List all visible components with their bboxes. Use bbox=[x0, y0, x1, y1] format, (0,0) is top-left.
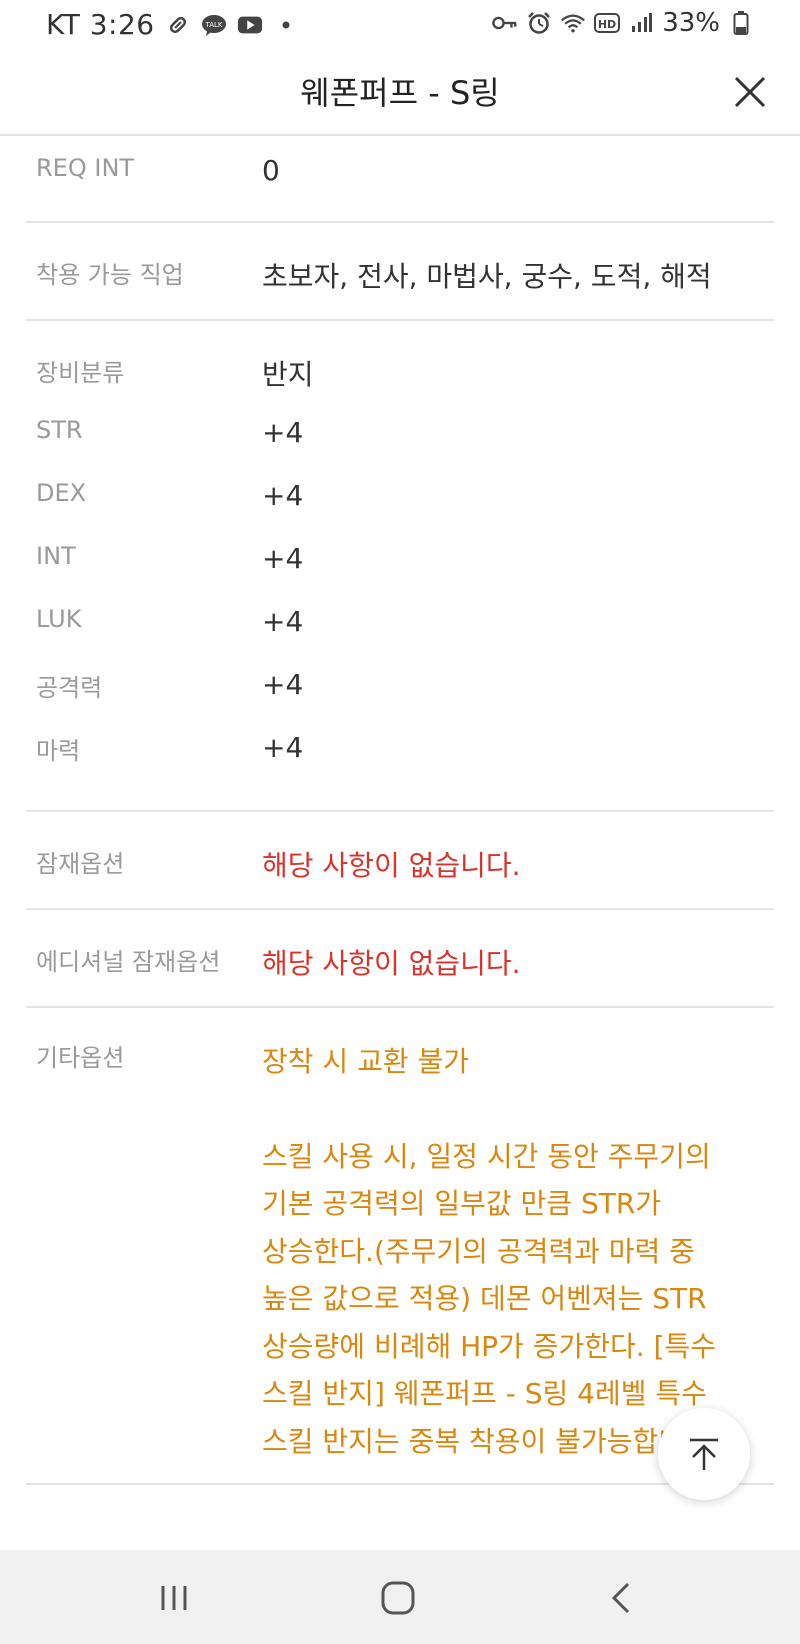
stat-value: 반지 bbox=[262, 358, 314, 391]
svg-text:TALK: TALK bbox=[204, 21, 222, 29]
stats-section: 장비분류 반지 STR +4 DEX +4 INT +4 LUK +4 공격력 … bbox=[26, 321, 774, 812]
potential-section: 잠재옵션 해당 사항이 없습니다. bbox=[26, 812, 774, 910]
page-title: 웨폰퍼프 - S링 bbox=[300, 74, 500, 112]
stat-label: LUK bbox=[36, 605, 82, 633]
kakaotalk-icon: TALK bbox=[201, 12, 227, 38]
stat-row-luk: LUK +4 bbox=[26, 605, 774, 668]
recent-apps-icon bbox=[161, 1586, 187, 1610]
signal-icon bbox=[628, 10, 654, 36]
alarm-icon bbox=[526, 10, 552, 36]
svg-text:HD: HD bbox=[598, 18, 616, 31]
stat-value: +4 bbox=[262, 542, 304, 575]
req-int-label: REQ INT bbox=[36, 154, 135, 182]
battery-percent: 33% bbox=[662, 8, 720, 38]
wifi-icon bbox=[560, 10, 586, 36]
stat-label: 공격력 bbox=[36, 674, 103, 702]
stat-label: 장비분류 bbox=[36, 359, 125, 387]
close-icon bbox=[734, 76, 766, 108]
stat-value: +4 bbox=[262, 731, 304, 764]
youtube-icon bbox=[237, 12, 263, 38]
key-icon bbox=[492, 10, 518, 36]
system-nav-bar bbox=[0, 1550, 800, 1644]
close-button[interactable] bbox=[728, 70, 772, 114]
jobs-value: 초보자, 전사, 마법사, 궁수, 도적, 해적 bbox=[262, 260, 712, 293]
stat-row-str: STR +4 bbox=[26, 416, 774, 479]
stat-row-attack: 공격력 +4 bbox=[26, 668, 774, 731]
stat-row-dex: DEX +4 bbox=[26, 479, 774, 542]
jobs-label: 착용 가능 직업 bbox=[36, 261, 184, 289]
etc-options-label: 기타옵션 bbox=[36, 1044, 125, 1072]
additional-potential-section: 에디셔널 잠재옵션 해당 사항이 없습니다. bbox=[26, 910, 774, 1008]
jobs-row: 착용 가능 직업 초보자, 전사, 마법사, 궁수, 도적, 해적 bbox=[26, 255, 774, 295]
etc-description-line: 기본 공격력의 일부값 만큼 STR가 bbox=[262, 1187, 662, 1220]
additional-potential-row: 에디셔널 잠재옵션 해당 사항이 없습니다. bbox=[26, 942, 774, 982]
item-details: REQ INT 0 착용 가능 직업 초보자, 전사, 마법사, 궁수, 도적,… bbox=[26, 136, 774, 1485]
stat-row-int: INT +4 bbox=[26, 542, 774, 605]
stat-label: 마력 bbox=[36, 737, 81, 765]
stat-value: +4 bbox=[262, 668, 304, 701]
status-bar: KT 3:26 TALK HD 33% bbox=[0, 0, 800, 50]
req-int-row: REQ INT 0 bbox=[26, 154, 774, 187]
etc-line-trade: 장착 시 교환 불가 bbox=[262, 1045, 470, 1078]
status-bar-left: KT 3:26 TALK bbox=[46, 8, 299, 41]
etc-options-value: 장착 시 교환 불가 스킬 사용 시, 일정 시간 동안 주무기의 기본 공격력… bbox=[262, 1038, 774, 1465]
pill-icon bbox=[165, 12, 191, 38]
stat-label: DEX bbox=[36, 479, 87, 507]
etc-description-line: 스킬 사용 시, 일정 시간 동안 주무기의 bbox=[262, 1139, 711, 1173]
etc-spacer bbox=[262, 1086, 774, 1133]
battery-icon bbox=[728, 10, 754, 36]
stat-value: +4 bbox=[262, 479, 304, 512]
stat-value: +4 bbox=[262, 416, 304, 449]
jobs-section: 착용 가능 직업 초보자, 전사, 마법사, 궁수, 도적, 해적 bbox=[26, 223, 774, 321]
stat-row-magic: 마력 +4 bbox=[26, 731, 774, 794]
recent-apps-button[interactable] bbox=[152, 1576, 196, 1620]
potential-value: 해당 사항이 없습니다. bbox=[262, 849, 521, 882]
home-icon bbox=[381, 1581, 415, 1615]
stat-label: STR bbox=[36, 416, 83, 444]
scroll-to-top-button[interactable] bbox=[658, 1408, 750, 1500]
etc-description-line: 상승량에 비례해 HP가 증가한다. [특수 bbox=[262, 1329, 717, 1363]
status-bar-right: HD 33% bbox=[492, 8, 754, 38]
req-int-section: REQ INT 0 bbox=[26, 136, 774, 223]
home-button[interactable] bbox=[376, 1576, 420, 1620]
dot-icon bbox=[273, 12, 299, 38]
stat-value: +4 bbox=[262, 605, 304, 638]
back-icon bbox=[611, 1582, 630, 1614]
etc-description-line: 높은 값으로 적용) 데몬 어벤져는 STR bbox=[262, 1282, 707, 1315]
etc-options-section: 기타옵션 장착 시 교환 불가 스킬 사용 시, 일정 시간 동안 주무기의 기… bbox=[26, 1008, 774, 1485]
back-button[interactable] bbox=[600, 1576, 644, 1620]
additional-potential-label: 에디셔널 잠재옵션 bbox=[36, 948, 221, 976]
potential-row: 잠재옵션 해당 사항이 없습니다. bbox=[26, 844, 774, 884]
arrow-up-icon bbox=[690, 1438, 718, 1470]
hd-icon: HD bbox=[594, 10, 621, 36]
page-header: 웨폰퍼프 - S링 bbox=[0, 50, 800, 136]
req-int-value: 0 bbox=[262, 154, 280, 187]
stat-label: INT bbox=[36, 542, 76, 570]
additional-potential-value: 해당 사항이 없습니다. bbox=[262, 947, 521, 980]
stat-row-category: 장비분류 반지 bbox=[26, 353, 774, 416]
carrier-time: KT 3:26 bbox=[46, 8, 155, 41]
potential-label: 잠재옵션 bbox=[36, 850, 125, 878]
etc-options-row: 기타옵션 장착 시 교환 불가 스킬 사용 시, 일정 시간 동안 주무기의 기… bbox=[26, 1038, 774, 1465]
etc-description-line: 상승한다.(주무기의 공격력과 마력 중 bbox=[262, 1234, 695, 1268]
